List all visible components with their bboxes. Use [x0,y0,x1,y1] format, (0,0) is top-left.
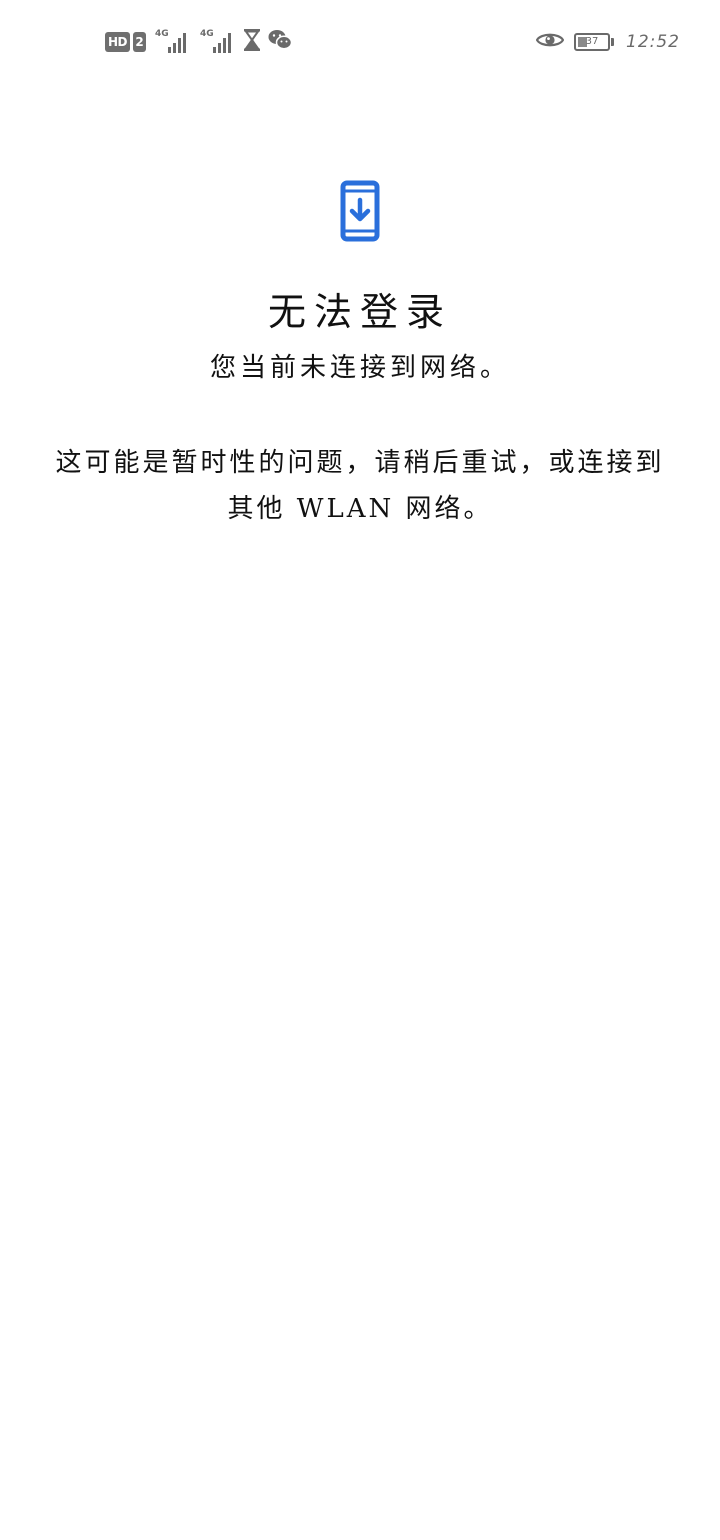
battery-tip [611,38,614,46]
status-bar-left: HD 2 4G 4G [105,29,293,55]
signal-4g-icon: 4G [155,29,191,55]
subtitle: 您当前未连接到网络。 [209,353,510,383]
battery-level: 37 [585,36,599,47]
network-type-label: 4G [200,29,214,39]
description: 这可能是暂时性的问题，请稍后重试，或连接到其他 WLAN 网络。 [55,448,665,524]
signal-4g-icon: 4G [200,29,236,55]
status-bar-right: 37 12:52 [535,29,680,55]
signal-bars [168,33,187,53]
page-title: 无法登录 [267,290,452,334]
sim-2-icon: 2 [133,32,147,52]
signal-bars [213,33,232,53]
status-time: 12:52 [626,32,680,52]
hd-icon: HD [105,32,131,52]
network-type-label: 4G [155,29,169,39]
phone-download-icon [340,180,380,242]
eye-icon [535,31,565,53]
battery-icon: 37 [574,33,610,51]
hourglass-icon [243,29,261,55]
status-bar: HD 2 4G 4G 37 12:52 [0,0,720,84]
wechat-icon [268,29,293,55]
login-error-panel: 无法登录 您当前未连接到网络。 这可能是暂时性的问题，请稍后重试，或连接到其他 … [0,180,720,532]
